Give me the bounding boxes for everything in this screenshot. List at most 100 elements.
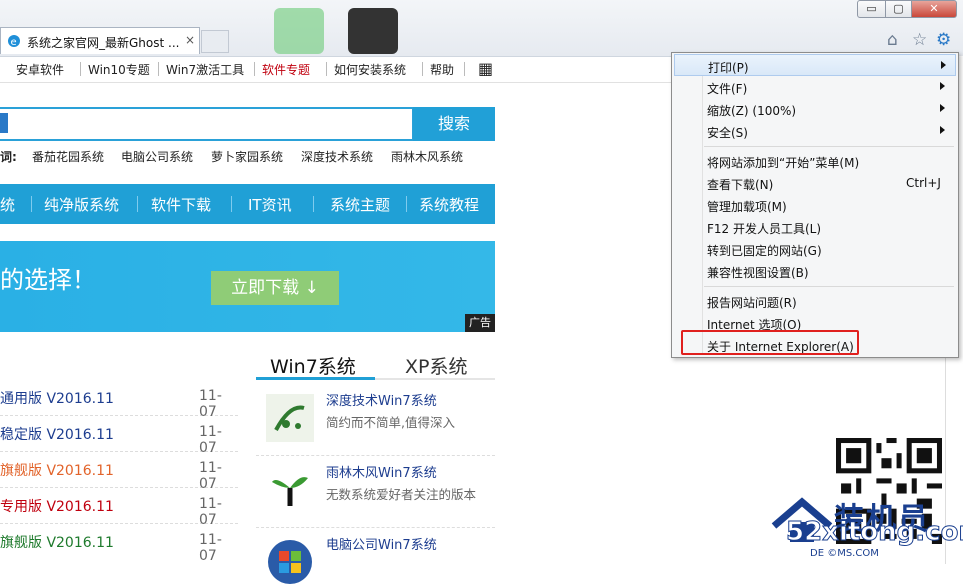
menu-item-manage-addons[interactable]: 管理加载项(M) bbox=[674, 194, 956, 216]
link-win10-topic[interactable]: Win10专题 bbox=[88, 61, 150, 78]
product-item[interactable]: 电脑公司Win7系统 bbox=[256, 528, 495, 584]
home-icon[interactable]: ⌂ bbox=[887, 30, 898, 50]
menu-item-label: 查看下载(N) bbox=[707, 178, 774, 192]
menu-item-label: 报告网站问题(R) bbox=[707, 296, 797, 310]
minimize-button[interactable]: ▭ bbox=[857, 0, 886, 18]
taskbar-thumbnail bbox=[348, 8, 398, 54]
ad-label: 广告 bbox=[465, 314, 495, 332]
link-software-topic[interactable]: 软件专题 bbox=[262, 61, 310, 78]
menu-item-file[interactable]: 文件(F) bbox=[674, 76, 956, 98]
menu-item-compat-view[interactable]: 兼容性视图设置(B) bbox=[674, 260, 956, 282]
link-win7-activator[interactable]: Win7激活工具 bbox=[166, 61, 244, 78]
deepin-logo-icon bbox=[266, 394, 314, 442]
highlight-box bbox=[681, 330, 859, 355]
list-item-title[interactable]: 旗舰版 V2016.11 bbox=[0, 532, 114, 552]
menu-item-view-downloads[interactable]: 查看下载(N) Ctrl+J bbox=[674, 172, 956, 194]
new-tab-button[interactable] bbox=[201, 30, 229, 53]
product-item[interactable]: 深度技术Win7系统 简约而不简单,值得深入 bbox=[256, 384, 495, 456]
list-item[interactable]: 旗舰版 V2016.11 11-07 bbox=[0, 452, 238, 492]
list-item-date: 11-07 bbox=[199, 532, 222, 564]
submenu-arrow-icon bbox=[940, 104, 945, 112]
tab-title: 系统之家官网_最新Ghost ... bbox=[27, 36, 180, 50]
menu-separator bbox=[704, 286, 954, 287]
submenu-arrow-icon bbox=[940, 82, 945, 90]
product-desc: 无数系统爱好者关注的版本 bbox=[326, 487, 477, 502]
submenu-arrow-icon bbox=[940, 126, 945, 134]
hot-word-link[interactable]: 深度技术系统 bbox=[301, 148, 373, 165]
close-window-button[interactable]: ✕ bbox=[911, 0, 957, 18]
maximize-button[interactable]: ▢ bbox=[885, 0, 912, 18]
nav-item-it-news[interactable]: IT资讯 bbox=[248, 194, 292, 215]
submenu-arrow-icon bbox=[941, 61, 946, 69]
qr-code-icon[interactable]: ▦ bbox=[478, 59, 493, 78]
banner-text: 的选择！ bbox=[0, 266, 96, 294]
hot-words-prefix: 词: bbox=[0, 150, 17, 164]
main-nav: 统 纯净版系统 软件下载 IT资讯 系统主题 系统教程 bbox=[0, 184, 495, 224]
product-desc: 简约而不简单,值得深入 bbox=[326, 415, 455, 430]
link-android-software[interactable]: 安卓软件 bbox=[16, 61, 64, 78]
list-item-title[interactable]: 稳定版 V2016.11 bbox=[0, 424, 114, 444]
close-icon: ✕ bbox=[929, 2, 939, 15]
menu-item-label: F12 开发人员工具(L) bbox=[707, 222, 822, 236]
tab-close-icon[interactable]: × bbox=[185, 33, 195, 47]
nav-item-themes[interactable]: 系统主题 bbox=[330, 194, 390, 215]
nav-item-pure-system[interactable]: 纯净版系统 bbox=[44, 194, 119, 215]
menu-item-label: 打印(P) bbox=[708, 61, 749, 75]
list-item[interactable]: 稳定版 V2016.11 11-07 bbox=[0, 416, 238, 456]
tab-xp[interactable]: XP系统 bbox=[405, 352, 467, 379]
hot-words: 词: 番茄花园系统 电脑公司系统 萝卜家园系统 深度技术系统 雨林木风系统 bbox=[0, 148, 495, 166]
menu-item-shortcut: Ctrl+J bbox=[906, 176, 941, 190]
menu-item-safety[interactable]: 安全(S) bbox=[674, 120, 956, 142]
menu-separator bbox=[704, 146, 954, 147]
list-item-title[interactable]: 旗舰版 V2016.11 bbox=[0, 460, 114, 480]
menu-item-print[interactable]: 打印(P) bbox=[674, 54, 956, 76]
search-input[interactable] bbox=[0, 107, 414, 141]
minimize-icon: ▭ bbox=[866, 2, 877, 15]
list-item[interactable]: 旗舰版 V2016.11 11-07 bbox=[0, 524, 238, 564]
search-button[interactable]: 搜索 bbox=[413, 107, 495, 141]
hot-word-link[interactable]: 番茄花园系统 bbox=[32, 148, 104, 165]
product-name[interactable]: 深度技术Win7系统 bbox=[326, 390, 437, 409]
watermark-domain: 52xitong.com bbox=[786, 517, 963, 548]
list-item[interactable]: 通用版 V2016.11 11-07 bbox=[0, 380, 238, 420]
tab-active-indicator bbox=[256, 377, 375, 380]
tab-win7[interactable]: Win7系统 bbox=[270, 352, 356, 379]
menu-item-add-to-start[interactable]: 将网站添加到“开始”菜单(M) bbox=[674, 150, 956, 172]
nav-item-tutorials[interactable]: 系统教程 bbox=[419, 194, 479, 215]
menu-item-label: 缩放(Z) (100%) bbox=[707, 104, 797, 118]
list-item-title[interactable]: 专用版 V2016.11 bbox=[0, 496, 114, 516]
browser-tab[interactable]: e 系统之家官网_最新Ghost ... × bbox=[0, 27, 200, 54]
product-item[interactable]: 雨林木风Win7系统 无数系统爱好者关注的版本 bbox=[256, 456, 495, 528]
hot-word-link[interactable]: 萝卜家园系统 bbox=[211, 148, 283, 165]
search-icon bbox=[0, 113, 8, 133]
windows-logo-icon bbox=[268, 540, 312, 584]
nav-item-software[interactable]: 软件下载 bbox=[151, 194, 211, 215]
favorites-star-icon[interactable]: ☆ bbox=[912, 30, 927, 50]
menu-item-label: 文件(F) bbox=[707, 82, 748, 96]
menu-item-label: 兼容性视图设置(B) bbox=[707, 266, 809, 280]
list-item[interactable]: 专用版 V2016.11 11-07 bbox=[0, 488, 238, 528]
ylmf-logo-icon bbox=[266, 466, 314, 514]
menu-item-label: 将网站添加到“开始”菜单(M) bbox=[707, 156, 860, 170]
site-link-bar: 安卓软件 Win10专题 Win7激活工具 软件专题 如何安装系统 帮助 ▦ bbox=[0, 56, 671, 83]
ie-favicon-icon: e bbox=[8, 35, 20, 48]
gear-icon[interactable]: ⚙ bbox=[936, 30, 951, 50]
tools-menu: 打印(P) 文件(F) 缩放(Z) (100%) 安全(S) 将网站添加到“开始… bbox=[671, 52, 959, 358]
nav-item[interactable]: 统 bbox=[0, 194, 15, 215]
menu-item-pinned-sites[interactable]: 转到已固定的网站(G) bbox=[674, 238, 956, 260]
hot-word-link[interactable]: 雨林木风系统 bbox=[391, 148, 463, 165]
hot-word-link[interactable]: 电脑公司系统 bbox=[121, 148, 193, 165]
maximize-icon: ▢ bbox=[893, 2, 904, 15]
product-name[interactable]: 电脑公司Win7系统 bbox=[326, 534, 437, 553]
menu-item-dev-tools[interactable]: F12 开发人员工具(L) bbox=[674, 216, 956, 238]
list-item-title[interactable]: 通用版 V2016.11 bbox=[0, 388, 114, 408]
link-install-guide[interactable]: 如何安装系统 bbox=[334, 61, 406, 78]
download-button[interactable]: 立即下载 ↓ bbox=[211, 271, 339, 305]
menu-item-report-problem[interactable]: 报告网站问题(R) bbox=[674, 290, 956, 312]
link-help[interactable]: 帮助 bbox=[430, 61, 454, 78]
menu-item-label: 安全(S) bbox=[707, 126, 748, 140]
menu-item-zoom[interactable]: 缩放(Z) (100%) bbox=[674, 98, 956, 120]
menu-item-label: 转到已固定的网站(G) bbox=[707, 244, 822, 258]
product-name[interactable]: 雨林木风Win7系统 bbox=[326, 462, 437, 481]
svg-text:e: e bbox=[11, 37, 17, 48]
